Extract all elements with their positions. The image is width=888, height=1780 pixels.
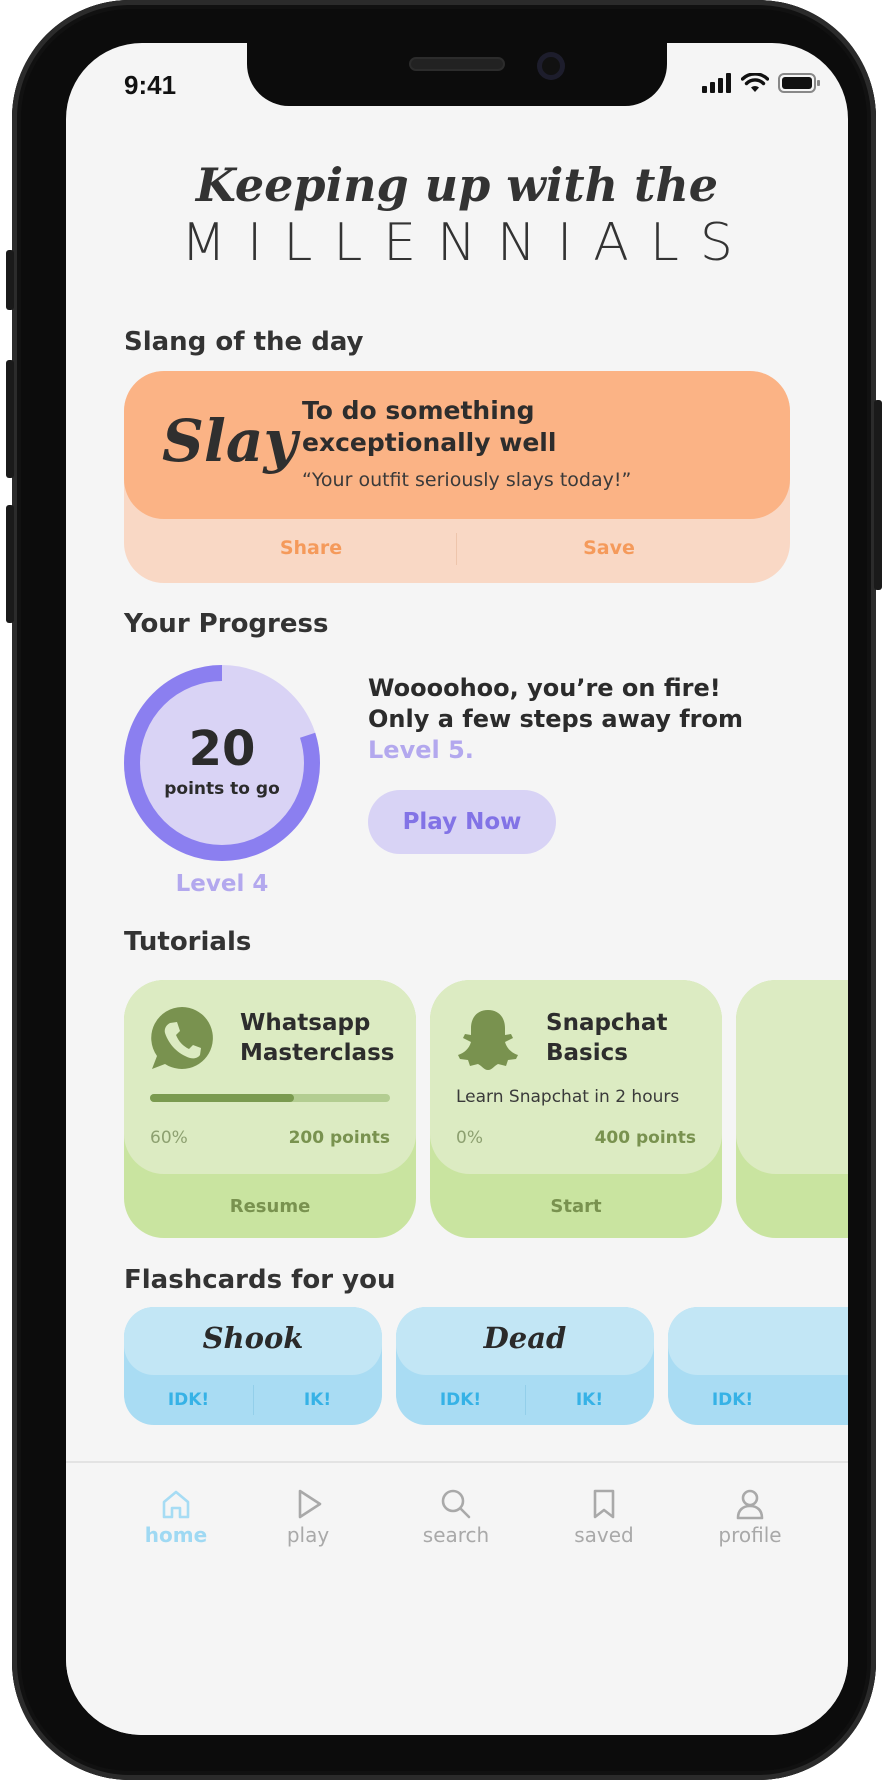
- tutorial-description: Learn Snapchat in 2 hours: [456, 1087, 680, 1107]
- nav-play[interactable]: play: [248, 1487, 368, 1547]
- tutorials-section-title: Tutorials: [124, 927, 252, 957]
- points-remaining: 20: [188, 721, 256, 777]
- profile-icon: [736, 1489, 764, 1520]
- slang-divider: [456, 533, 457, 565]
- snapchat-ghost-icon: [458, 1010, 518, 1070]
- flashcard[interactable]: Dead IDK! IK!: [396, 1307, 654, 1425]
- progress-message-text: Woooohoo, you’re on fire! Only a few ste…: [368, 674, 743, 733]
- points-caption: points to go: [164, 779, 280, 799]
- front-camera: [537, 52, 565, 80]
- flashcard-word: Dead: [483, 1321, 567, 1355]
- tutorial-card-partial[interactable]: [736, 980, 848, 1238]
- status-time: 9:41: [124, 70, 177, 100]
- save-button[interactable]: Save: [464, 537, 754, 559]
- battery-icon: [778, 73, 820, 93]
- tutorial-card-top: Whatsapp Masterclass 60% 200 points: [124, 980, 416, 1174]
- flashcard[interactable]: Shook IDK! IK!: [124, 1307, 382, 1425]
- nav-home[interactable]: home: [116, 1487, 236, 1547]
- app-title-script: Keeping up with the: [195, 158, 719, 212]
- mute-switch: [6, 250, 14, 310]
- play-icon: [298, 1489, 322, 1519]
- resume-button[interactable]: Resume: [124, 1196, 416, 1217]
- tutorial-points: 200 points: [288, 1128, 390, 1148]
- tutorial-progress-fill: [150, 1094, 294, 1102]
- slang-word: Slay: [162, 407, 298, 475]
- idk-button[interactable]: IDK!: [396, 1390, 525, 1410]
- tutorial-card-whatsapp[interactable]: Whatsapp Masterclass 60% 200 points Resu…: [124, 980, 416, 1238]
- tutorial-title: Whatsapp Masterclass: [240, 1010, 395, 1066]
- power-button: [874, 400, 882, 590]
- search-icon: [441, 1489, 471, 1519]
- tutorial-percent: 60%: [150, 1128, 188, 1148]
- volume-up-button: [6, 360, 14, 478]
- bottom-nav: home play search saved profile: [66, 1461, 848, 1735]
- play-now-button[interactable]: Play Now: [368, 790, 556, 854]
- phone-frame: 9:41 Keeping up with the MILLENNIALS Sla…: [6, 0, 882, 1780]
- progress-section-title: Your Progress: [124, 609, 329, 639]
- nav-profile[interactable]: profile: [690, 1487, 810, 1547]
- next-level-label: Level 5.: [368, 736, 474, 764]
- tutorial-percent: 0%: [456, 1128, 483, 1148]
- tutorial-progress-bar: [150, 1094, 390, 1102]
- app-title-caps: MILLENNIALS: [181, 213, 754, 273]
- tutorial-card-snapchat[interactable]: Snapchat Basics Learn Snapchat in 2 hour…: [430, 980, 722, 1238]
- bookmark-icon: [593, 1489, 615, 1519]
- progress-message: Woooohoo, you’re on fire! Only a few ste…: [368, 673, 768, 766]
- ik-button[interactable]: IK!: [525, 1390, 654, 1410]
- tutorial-points: 400 points: [594, 1128, 696, 1148]
- tutorial-title: Snapchat Basics: [546, 1010, 668, 1066]
- flashcard-partial[interactable]: IDK!: [668, 1307, 848, 1425]
- slang-definition: To do something exceptionally well: [302, 396, 557, 457]
- slang-example: “Your outfit seriously slays today!”: [302, 469, 632, 491]
- start-button[interactable]: Start: [430, 1196, 722, 1217]
- nav-label: home: [144, 1523, 208, 1547]
- flashcards-section-title: Flashcards for you: [124, 1265, 396, 1295]
- flashcard-word: Shook: [202, 1321, 304, 1355]
- notch: [247, 43, 667, 106]
- speaker-grille: [409, 57, 505, 71]
- slang-card: Slay To do something exceptionally well …: [124, 371, 790, 583]
- current-level: Level 4: [175, 871, 269, 897]
- flashcard-top: Dead: [396, 1307, 654, 1375]
- app-screen: 9:41 Keeping up with the MILLENNIALS Sla…: [66, 43, 848, 1735]
- volume-down-button: [6, 505, 14, 623]
- flashcard-top: Shook: [124, 1307, 382, 1375]
- flashcard-top: [668, 1307, 848, 1375]
- nav-label: saved: [574, 1523, 634, 1547]
- nav-label: profile: [718, 1523, 782, 1547]
- nav-saved[interactable]: saved: [544, 1487, 664, 1547]
- ik-button[interactable]: IK!: [253, 1390, 382, 1410]
- status-icons: [702, 73, 820, 93]
- nav-search[interactable]: search: [396, 1487, 516, 1547]
- tutorial-card-top: Snapchat Basics Learn Snapchat in 2 hour…: [430, 980, 722, 1174]
- idk-button[interactable]: IDK!: [124, 1390, 253, 1410]
- tutorial-card-top: [736, 980, 848, 1174]
- slang-section-title: Slang of the day: [124, 327, 364, 357]
- cellular-signal-icon: [702, 73, 731, 93]
- idk-button[interactable]: IDK!: [668, 1390, 797, 1410]
- wifi-icon: [741, 73, 769, 92]
- slang-card-top: Slay To do something exceptionally well …: [124, 371, 790, 519]
- share-button[interactable]: Share: [166, 537, 456, 559]
- nav-label: search: [422, 1523, 490, 1547]
- home-icon: [162, 1490, 190, 1519]
- nav-label: play: [286, 1523, 330, 1547]
- whatsapp-icon: [151, 1007, 213, 1069]
